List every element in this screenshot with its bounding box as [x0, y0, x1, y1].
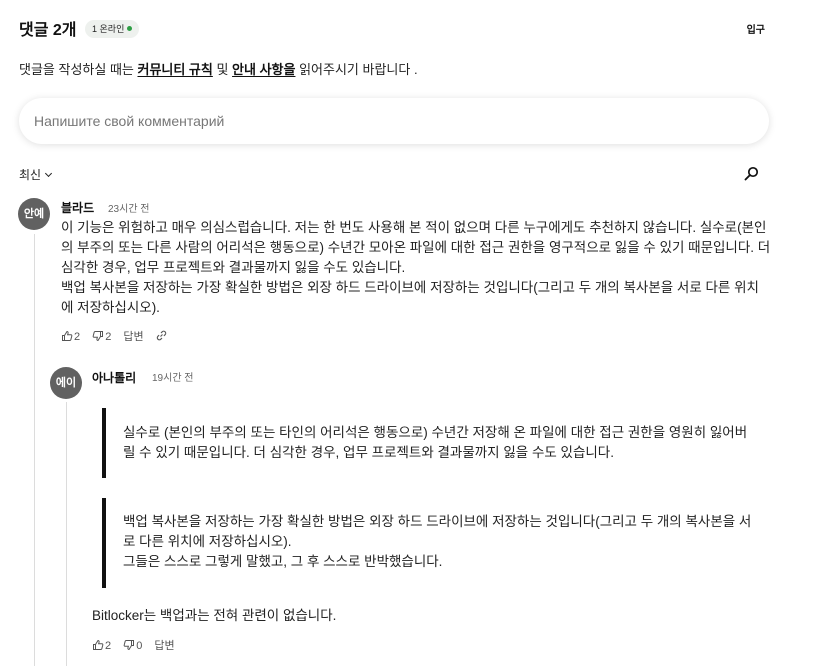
quote-block: 실수로 (본인의 부주의 또는 타인의 어리석은 행동으로) 수년간 저장해 온… [102, 408, 754, 478]
community-rules-link[interactable]: 커뮤니티 규칙 [137, 62, 212, 77]
comments-header: 댓글 2개 1 온라인 입구 [19, 16, 769, 40]
notice-prefix: 댓글을 작성하실 때는 [19, 62, 138, 77]
comments-title: 댓글 2개 [19, 22, 77, 39]
login-link[interactable]: 입구 [747, 21, 765, 36]
comment-input[interactable] [19, 98, 769, 144]
avatar[interactable]: 안예 [18, 198, 50, 230]
thread-line [34, 234, 35, 666]
dislike-count: 2 [105, 330, 112, 343]
comment-text: Bitlocker는 백업과는 전혀 관련이 없습니다. [92, 608, 337, 623]
online-dot-icon [127, 26, 133, 31]
like-button[interactable]: 2 [92, 639, 111, 652]
quote-text: 실수로 (본인의 부주의 또는 타인의 어리석은 행동으로) 수년간 저장해 온… [123, 425, 748, 460]
comment-author[interactable]: 블라드 [61, 199, 94, 216]
like-count: 2 [105, 639, 112, 652]
like-count: 2 [74, 330, 81, 343]
thumbs-up-icon [62, 330, 73, 341]
dislike-button[interactable]: 0 [123, 639, 142, 652]
comment-time: 23시간 전 [108, 204, 150, 215]
dislike-button[interactable]: 2 [92, 330, 111, 343]
like-button[interactable]: 2 [61, 330, 80, 343]
community-notice: 댓글을 작성하실 때는 커뮤니티 규칙 및 안내 사항을 읽어주시기 바랍니다 … [19, 59, 418, 78]
comment-actions: 2 0 답변 [92, 637, 184, 653]
online-badge-label: 1 온라인 [92, 24, 125, 34]
dislike-count: 0 [136, 639, 143, 652]
notice-suffix: 읽어주시기 바랍니다 . [295, 62, 418, 77]
reply-button[interactable]: 답변 [154, 637, 174, 653]
comment-author[interactable]: 아나톨리 [92, 369, 136, 386]
notice-middle: 및 [212, 62, 233, 77]
sort-label: 최신 [19, 168, 42, 182]
sort-dropdown[interactable]: 최신 [19, 166, 53, 183]
thumbs-down-icon [123, 639, 135, 650]
link-icon[interactable] [156, 330, 168, 342]
comment-time: 19시간 전 [152, 373, 194, 384]
reply-thread-line [66, 402, 67, 666]
thumbs-up-icon [93, 639, 104, 650]
quote-block: 백업 복사본을 저장하는 가장 확실한 방법은 외장 하드 드라이브에 저장하는… [102, 498, 754, 588]
comment-text: 이 기능은 위험하고 매우 의심스럽습니다. 저는 한 번도 사용해 본 적이 … [61, 220, 771, 315]
avatar[interactable]: 에이 [50, 367, 82, 399]
quote-text: 백업 복사본을 저장하는 가장 확실한 방법은 외장 하드 드라이브에 저장하는… [123, 514, 752, 569]
chevron-down-icon [45, 169, 53, 178]
reply-button[interactable]: 답변 [123, 328, 143, 344]
thumbs-down-icon [92, 330, 104, 341]
online-badge: 1 온라인 [85, 20, 140, 38]
guidelines-link[interactable]: 안내 사항을 [232, 62, 295, 77]
search-icon[interactable] [742, 165, 760, 183]
comment-actions: 2 2 답변 [61, 328, 177, 344]
